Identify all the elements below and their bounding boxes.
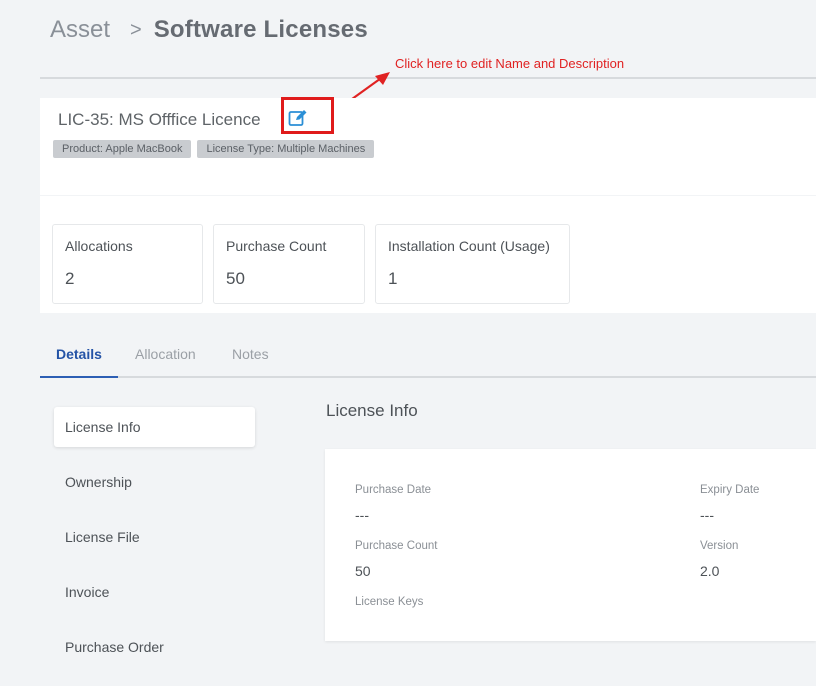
breadcrumb-separator: > — [130, 18, 142, 41]
tab-notes[interactable]: Notes — [232, 346, 269, 362]
version-label: Version — [700, 540, 739, 552]
stat-card-allocations: Allocations 2 — [52, 224, 203, 304]
stat-value: 50 — [226, 269, 245, 288]
version-value: 2.0 — [700, 563, 720, 579]
stat-card-purchase-count: Purchase Count 50 — [213, 224, 365, 304]
purchase-date-label: Purchase Date — [355, 484, 432, 496]
tab-allocation[interactable]: Allocation — [135, 346, 196, 362]
license-type-tag: License Type: Multiple Machines — [197, 140, 375, 158]
edit-annotation-text: Click here to edit Name and Description — [395, 56, 625, 71]
stat-value: 2 — [65, 269, 75, 288]
stat-label: Allocations — [65, 238, 133, 254]
license-info-card: Purchase Date --- Expiry Date --- Purcha… — [325, 449, 816, 641]
sidebar-item-license-file[interactable]: License File — [54, 517, 255, 557]
sidebar-item-invoice[interactable]: Invoice — [54, 572, 255, 612]
sidebar-item-purchase-order[interactable]: Purchase Order — [54, 627, 255, 667]
license-header-card: LIC-35: MS Offfice Licence Product: Appl… — [40, 97, 816, 195]
active-tab-indicator — [40, 376, 118, 378]
edit-icon[interactable] — [288, 109, 308, 127]
detail-tabs: Details Allocation Notes — [40, 333, 816, 378]
header-divider — [40, 77, 816, 79]
stats-panel: Allocations 2 Purchase Count 50 Installa… — [40, 196, 816, 313]
license-tags: Product: Apple MacBook License Type: Mul… — [53, 140, 375, 158]
expiry-date-label: Expiry Date — [700, 484, 760, 496]
tab-details[interactable]: Details — [56, 346, 102, 362]
purchase-count-label: Purchase Count — [355, 540, 438, 552]
sidebar-item-license-info[interactable]: License Info — [54, 407, 255, 447]
sidebar-item-ownership[interactable]: Ownership — [54, 462, 255, 502]
stat-label: Installation Count (Usage) — [388, 238, 550, 254]
stat-card-installation-count: Installation Count (Usage) 1 — [375, 224, 570, 304]
license-title: LIC-35: MS Offfice Licence — [58, 110, 261, 129]
expiry-date-value: --- — [700, 507, 714, 523]
breadcrumb-root-link[interactable]: Asset — [50, 16, 110, 44]
stat-value: 1 — [388, 269, 398, 288]
purchase-date-value: --- — [355, 507, 369, 523]
stat-label: Purchase Count — [226, 238, 327, 254]
section-title: License Info — [326, 401, 418, 420]
purchase-count-value: 50 — [355, 563, 371, 579]
product-tag: Product: Apple MacBook — [53, 140, 192, 158]
license-keys-label: License Keys — [355, 596, 424, 608]
page-title: Software Licenses — [153, 16, 368, 43]
breadcrumb: Asset > Software Licenses — [50, 14, 368, 46]
